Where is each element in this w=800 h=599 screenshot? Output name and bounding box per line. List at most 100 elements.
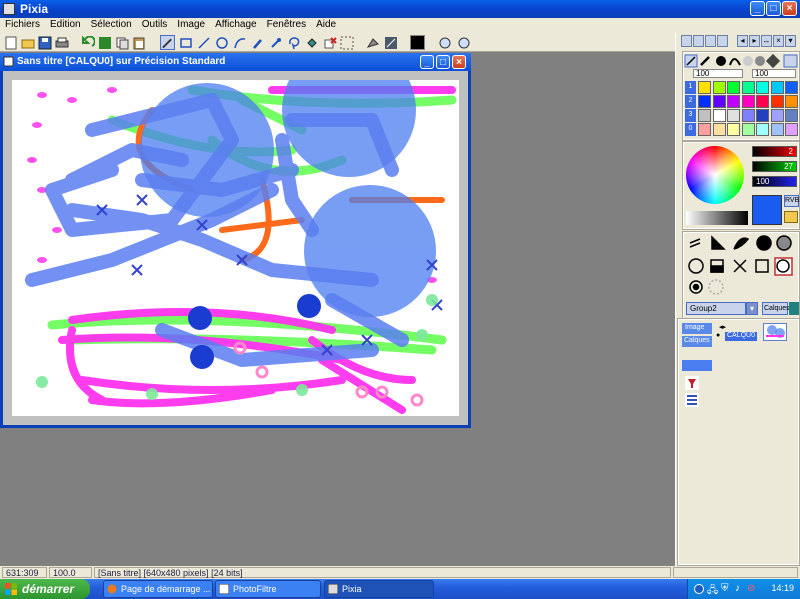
palette-swatch[interactable] bbox=[756, 123, 769, 136]
task-browser[interactable]: Page de démarrage ... bbox=[103, 580, 213, 598]
palette-swatch[interactable] bbox=[770, 81, 784, 94]
panel-arrow-left-icon[interactable]: ◂ bbox=[737, 35, 748, 47]
ellipse-tool-icon[interactable] bbox=[214, 35, 229, 50]
lasso-tool-icon[interactable] bbox=[286, 35, 301, 50]
print-icon[interactable] bbox=[54, 35, 69, 50]
zoom-out-icon[interactable] bbox=[456, 35, 471, 50]
close-icon[interactable]: × bbox=[782, 1, 797, 16]
palette-swatch[interactable] bbox=[712, 81, 726, 94]
blue-slider[interactable]: 100 bbox=[752, 176, 797, 187]
palette-swatch[interactable] bbox=[727, 109, 740, 122]
menu-fichiers[interactable]: Fichiers bbox=[0, 18, 45, 30]
save-icon[interactable] bbox=[37, 35, 52, 50]
layer-name-label[interactable]: CALQU0 bbox=[725, 332, 757, 341]
current-color-swatch[interactable] bbox=[752, 195, 782, 225]
tray-volume-icon[interactable]: ♪ bbox=[735, 583, 740, 594]
palette-row-label[interactable]: 1 bbox=[685, 81, 696, 94]
drawing-canvas[interactable] bbox=[12, 80, 459, 416]
tray-security-icon[interactable]: ⛨ bbox=[721, 583, 729, 594]
palette-swatch[interactable] bbox=[698, 81, 711, 94]
layer-visible-dot[interactable]: ● bbox=[716, 332, 720, 339]
undo-icon[interactable] bbox=[80, 35, 95, 50]
panel-btn-1[interactable] bbox=[681, 35, 692, 47]
palette-swatch[interactable] bbox=[741, 123, 755, 136]
redo-icon[interactable] bbox=[97, 35, 112, 50]
palette-swatch[interactable] bbox=[741, 81, 755, 94]
menu-aide[interactable]: Aide bbox=[311, 18, 341, 30]
brush-tool-icon[interactable] bbox=[250, 35, 265, 50]
copy-icon[interactable] bbox=[114, 35, 129, 50]
color-palette[interactable]: 1230 bbox=[684, 81, 800, 139]
palette-row-label[interactable]: 2 bbox=[685, 95, 696, 108]
brush-size-1[interactable]: 100 bbox=[693, 69, 743, 78]
menu-edition[interactable]: Edition bbox=[45, 18, 86, 30]
layer-nav-arrows[interactable]: ◂▸ bbox=[719, 323, 735, 332]
clear-selection-icon[interactable] bbox=[322, 35, 337, 50]
palette-swatch[interactable] bbox=[727, 123, 740, 136]
palette-swatch[interactable] bbox=[698, 95, 711, 108]
maximize-icon[interactable]: □ bbox=[766, 1, 781, 16]
grid-icon[interactable] bbox=[339, 35, 354, 50]
menu-affichage[interactable]: Affichage bbox=[210, 18, 262, 30]
minimize-icon[interactable]: _ bbox=[750, 1, 765, 16]
panel-close-icon[interactable]: × bbox=[773, 35, 784, 47]
layer-pin-icon[interactable] bbox=[685, 376, 699, 390]
menu-image[interactable]: Image bbox=[172, 18, 210, 30]
layer-group-select[interactable]: Group2 bbox=[686, 302, 746, 315]
palette-swatch[interactable] bbox=[756, 109, 769, 122]
palette-swatch[interactable] bbox=[785, 123, 798, 136]
palette-swatch[interactable] bbox=[756, 81, 769, 94]
task-photofiltre[interactable]: PhotoFiltre bbox=[215, 580, 321, 598]
palette-swatch[interactable] bbox=[698, 123, 711, 136]
red-slider[interactable]: 2 bbox=[752, 146, 797, 157]
start-button[interactable]: démarrer bbox=[0, 579, 90, 599]
pencil-tool-icon[interactable] bbox=[160, 35, 175, 50]
layer-color-bar[interactable] bbox=[682, 360, 712, 371]
menu-fenetres[interactable]: Fenêtres bbox=[262, 18, 311, 30]
green-slider[interactable]: 27 bbox=[752, 161, 797, 172]
tray-arrow-icon[interactable] bbox=[694, 584, 704, 594]
tab-image[interactable]: Image bbox=[682, 323, 712, 334]
palette-swatch[interactable] bbox=[727, 95, 740, 108]
color-wheel[interactable] bbox=[686, 146, 744, 204]
zoom-in-icon[interactable] bbox=[437, 35, 452, 50]
brightness-slider[interactable] bbox=[686, 211, 748, 225]
palette-swatch[interactable] bbox=[785, 81, 798, 94]
palette-row-label[interactable]: 0 bbox=[685, 123, 696, 136]
canvas-window-titlebar[interactable]: Sans titre [CALQU0] sur Précision Standa… bbox=[0, 53, 471, 71]
transform-tool-icon[interactable] bbox=[365, 35, 380, 50]
new-file-icon[interactable] bbox=[3, 35, 18, 50]
task-pixia[interactable]: Pixia bbox=[324, 580, 434, 598]
palette-swatch[interactable] bbox=[727, 81, 740, 94]
foreground-color-swatch[interactable] bbox=[410, 35, 425, 50]
palette-swatch[interactable] bbox=[770, 123, 784, 136]
layer-thumbnail[interactable] bbox=[763, 323, 787, 341]
rectangle-tool-icon[interactable] bbox=[178, 35, 193, 50]
panel-btn-4[interactable] bbox=[717, 35, 728, 47]
palette-swatch[interactable] bbox=[756, 95, 769, 108]
layer-list-icon[interactable] bbox=[685, 393, 699, 407]
speaker-icon[interactable] bbox=[789, 302, 799, 315]
paste-icon[interactable] bbox=[131, 35, 146, 50]
palette-swatch[interactable] bbox=[770, 95, 784, 108]
brush-size-2[interactable]: 100 bbox=[752, 69, 796, 78]
fill-bucket-icon[interactable] bbox=[304, 35, 319, 50]
tray-network-icon[interactable]: 🖧 bbox=[707, 583, 718, 599]
airbrush-icon[interactable] bbox=[383, 35, 398, 50]
color-folder-icon[interactable] bbox=[784, 211, 798, 223]
palette-swatch[interactable] bbox=[741, 95, 755, 108]
palette-swatch[interactable] bbox=[741, 109, 755, 122]
eyedropper-icon[interactable] bbox=[268, 35, 283, 50]
palette-swatch[interactable] bbox=[712, 123, 726, 136]
panel-expand-icon[interactable]: ↔ bbox=[761, 35, 772, 47]
palette-swatch[interactable] bbox=[712, 95, 726, 108]
palette-swatch[interactable] bbox=[770, 109, 784, 122]
tray-alert-icon[interactable]: ⊘ bbox=[747, 583, 755, 594]
palette-swatch[interactable] bbox=[712, 109, 726, 122]
line-tool-icon[interactable] bbox=[196, 35, 211, 50]
panel-btn-3[interactable] bbox=[705, 35, 716, 47]
palette-swatch[interactable] bbox=[785, 109, 798, 122]
palette-swatch[interactable] bbox=[785, 95, 798, 108]
menu-outils[interactable]: Outils bbox=[137, 18, 173, 30]
layers-button[interactable]: Calques bbox=[762, 302, 790, 315]
